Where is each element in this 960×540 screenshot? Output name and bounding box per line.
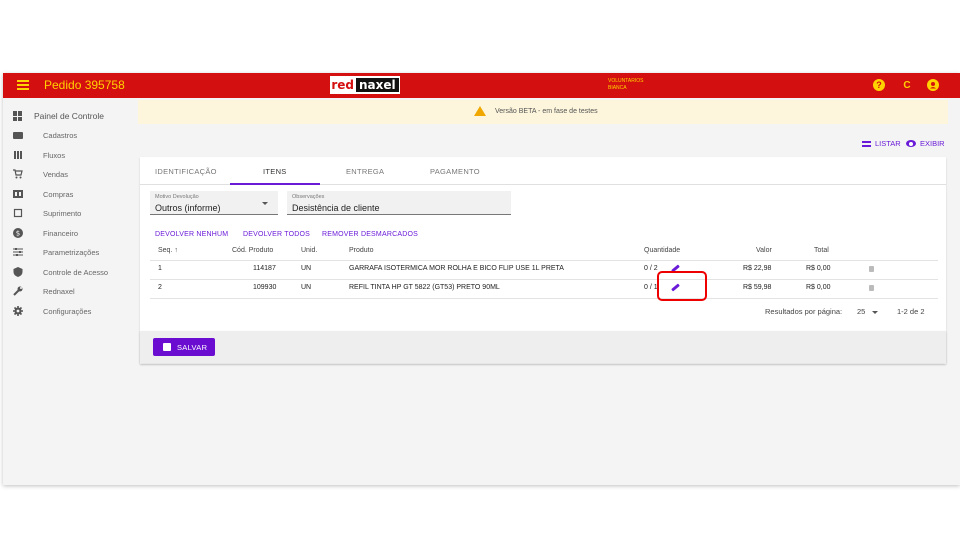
return-none-button[interactable]: DEVOLVER NENHUM: [155, 231, 228, 238]
refresh-icon[interactable]: C: [901, 79, 913, 91]
remove-unmarked-button[interactable]: REMOVER DESMARCADOS: [322, 231, 418, 238]
sidebar-item-fluxos[interactable]: Fluxos: [3, 146, 139, 164]
rednaxel-logo: red naxel: [330, 76, 400, 94]
sort-arrow-icon: ↑: [174, 247, 178, 254]
sidebar-item-vendas[interactable]: Vendas: [3, 165, 139, 183]
sidebar-item-compras[interactable]: Compras: [3, 185, 139, 203]
show-button[interactable]: EXIBIR: [906, 139, 945, 148]
delete-icon[interactable]: [869, 266, 874, 272]
sidebar-item-financeiro[interactable]: $ Financeiro: [3, 224, 139, 242]
sidebar-item-configuracoes[interactable]: Configurações: [3, 302, 139, 320]
list-icon: [862, 140, 871, 147]
page-title: Pedido 395758: [44, 78, 125, 92]
chevron-down-icon: [262, 202, 268, 205]
qty-value: 0 / 1: [644, 284, 658, 291]
beta-banner: Versão BETA - em fase de testes: [138, 100, 948, 124]
active-tab-indicator: [230, 183, 320, 185]
sidebar-item-cadastros[interactable]: Cadastros: [3, 126, 139, 144]
sidebar-item-dashboard[interactable]: Painel de Controle: [3, 107, 139, 125]
svg-text:$: $: [16, 230, 20, 238]
highlight-box: [657, 271, 707, 301]
wrench-icon: [13, 286, 23, 296]
notes-field[interactable]: Observações Desistência de cliente: [287, 191, 511, 215]
account-icon[interactable]: [927, 79, 939, 91]
sidebar-item-parametrizacoes[interactable]: Parametrizações: [3, 243, 139, 261]
help-icon[interactable]: ?: [873, 79, 885, 91]
return-all-button[interactable]: DEVOLVER TODOS: [243, 231, 310, 238]
per-page-select[interactable]: 25: [857, 307, 879, 316]
col-code-header: Cód. Produto: [232, 247, 274, 254]
tab-itens[interactable]: ITENS: [263, 167, 287, 176]
save-button[interactable]: SALVAR: [153, 338, 215, 356]
sliders-icon: [13, 247, 23, 257]
delete-icon[interactable]: [869, 285, 874, 291]
menu-icon[interactable]: [17, 80, 29, 90]
page-range: 1-2 de 2: [897, 307, 925, 316]
warning-icon: [474, 106, 486, 116]
col-unit-header: Unid.: [301, 247, 318, 254]
tab-identificacao[interactable]: IDENTIFICAÇÃO: [155, 167, 217, 176]
money-icon: $: [13, 228, 23, 238]
dashboard-icon: [13, 111, 23, 121]
sidebar-item-controle-acesso[interactable]: Controle de Acesso: [3, 263, 139, 281]
tab-pagamento[interactable]: PAGAMENTO: [430, 167, 480, 176]
cart-icon: [13, 169, 23, 179]
row-divider: [150, 298, 938, 299]
col-seq-header[interactable]: Seq. ↑: [158, 247, 178, 254]
header-divider: [150, 260, 938, 261]
col-value-header: Valor: [756, 247, 772, 254]
user-info: VOLUNTARIOS BIANCA: [608, 78, 644, 91]
save-icon: [163, 343, 171, 351]
columns-icon: [13, 150, 23, 160]
store-icon: [13, 189, 23, 199]
tab-entrega[interactable]: ENTREGA: [346, 167, 384, 176]
row-divider: [150, 279, 938, 280]
folder-icon: [13, 130, 23, 140]
top-bar: Pedido 395758 red naxel VOLUNTARIOS BIANC…: [3, 73, 960, 98]
sidebar-item-rednaxel[interactable]: Rednaxel: [3, 282, 139, 300]
col-product-header: Produto: [349, 247, 374, 254]
col-total-header: Total: [814, 247, 829, 254]
sidebar-item-suprimento[interactable]: Suprimento: [3, 204, 139, 222]
col-qty-header: Quantidade: [644, 247, 681, 254]
tab-bar: IDENTIFICAÇÃO ITENS ENTREGA PAGAMENTO: [140, 157, 946, 185]
footer-bar: SALVAR: [140, 331, 946, 363]
qty-value: 0 / 2: [644, 265, 658, 272]
sidebar: Painel de Controle Cadastros Fluxos Vend…: [3, 98, 139, 485]
crop-icon: [13, 208, 23, 218]
shield-icon: [13, 267, 23, 277]
return-reason-select[interactable]: Motivo Devolução Outros (informe): [150, 191, 278, 215]
per-page-label: Resultados por página:: [765, 307, 843, 316]
chevron-down-icon: [872, 310, 879, 314]
eye-icon: [906, 140, 916, 147]
list-button[interactable]: LISTAR: [862, 139, 901, 148]
gear-icon: [13, 306, 23, 316]
